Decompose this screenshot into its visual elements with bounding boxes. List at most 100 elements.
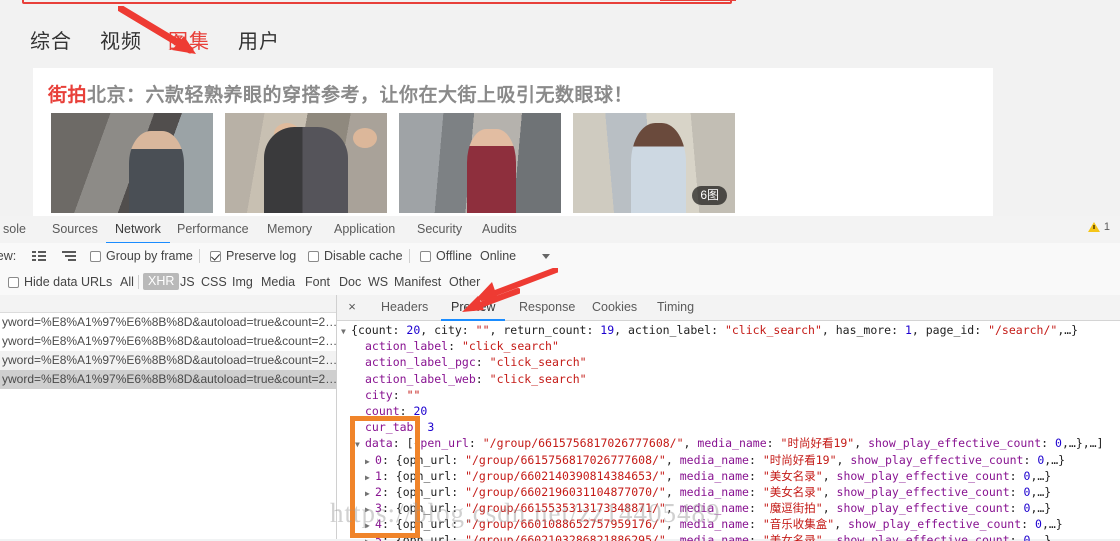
thumbnail-3[interactable] — [399, 113, 561, 213]
field-key: action_label_web — [365, 371, 476, 386]
data-open-brace: [{ — [406, 436, 421, 451]
network-toolbar: iew: Group by frame Preserve log Disable… — [0, 243, 1120, 270]
item-count-key: show_play_effective_count — [850, 452, 1024, 467]
json-field-cur-tab: cur_tab: 3 — [365, 420, 435, 435]
data-open-url-key: pen_url — [420, 436, 469, 451]
search-result-title[interactable]: 街拍北京：六款轻熟养眼的穿搭参考，让你在大街上吸引无数眼球！ — [48, 80, 633, 107]
filter-xhr[interactable]: XHR — [143, 273, 180, 290]
json-preview-tree[interactable]: {count: 20, city: "", return_count: 19, … — [337, 320, 1120, 541]
thumbnail-4[interactable]: 6图 — [573, 113, 735, 213]
item-count-key: show_play_effective_count — [836, 484, 1010, 499]
detail-tab-headers[interactable]: Headers — [371, 295, 438, 319]
item-media-name: "魔逗街拍" — [762, 501, 823, 516]
detail-tab-cookies[interactable]: Cookies — [582, 295, 647, 319]
preserve-log-checkbox[interactable]: Preserve log — [210, 243, 296, 269]
detail-tab-timing[interactable]: Timing — [647, 295, 704, 319]
disable-cache-checkbox[interactable]: Disable cache — [308, 243, 403, 269]
nav-tab-yonghu[interactable]: 用户 — [238, 26, 280, 58]
item-open-url-key: n_url — [416, 533, 452, 541]
nav-tab-tuji[interactable]: 图集 — [168, 26, 210, 58]
detail-tab-response[interactable]: Response — [509, 295, 585, 319]
item-media-key: media_name — [679, 533, 749, 541]
item-open-url-key: n_url — [416, 452, 452, 467]
item-tail: ,…} — [1044, 452, 1066, 467]
item-open-url: "/group/6615756817026777608/" — [465, 452, 666, 467]
filter-other[interactable]: Other — [444, 269, 485, 295]
title-keyword: 街拍 — [48, 85, 88, 106]
toolbar-divider-1 — [199, 249, 200, 263]
filter-divider — [138, 275, 139, 289]
json-root-summary[interactable]: {count: 20, city: "", return_count: 19, … — [341, 322, 1120, 338]
tab-application[interactable]: Application — [325, 216, 404, 242]
close-icon[interactable]: × — [343, 295, 361, 319]
expand-triangle-icon[interactable] — [341, 322, 351, 340]
item-open: {op — [395, 533, 417, 541]
nav-tab-shipin[interactable]: 视频 — [100, 26, 142, 58]
expand-triangle-icon[interactable] — [365, 532, 375, 541]
disable-cache-label: Disable cache — [324, 249, 403, 263]
request-row[interactable]: yword=%E8%A1%97%E6%8B%8D&autoload=true&c… — [0, 332, 336, 351]
list-view-icon[interactable] — [32, 243, 46, 269]
item-media-key: media_name — [679, 468, 749, 483]
item-open: {op — [395, 517, 417, 532]
network-request-list[interactable]: yword=%E8%A1%97%E6%8B%8D&autoload=true&c… — [0, 295, 337, 539]
root-tail: ,…} — [1057, 323, 1079, 337]
request-list-header — [0, 295, 336, 313]
search-result-card[interactable]: 街拍北京：六款轻熟养眼的穿搭参考，让你在大街上吸引无数眼球！ 6图 — [33, 68, 993, 216]
item-open-url-key: n_url — [416, 517, 452, 532]
thumbnail-2[interactable] — [225, 113, 387, 213]
checkbox-box — [420, 250, 431, 262]
throttling-chevron[interactable] — [542, 243, 550, 269]
request-row[interactable]: yword=%E8%A1%97%E6%8B%8D&autoload=true&c… — [0, 351, 336, 370]
root-return-count: 19 — [600, 323, 615, 337]
nav-tab-zonghe[interactable]: 综合 — [30, 26, 72, 58]
thumbnail-1[interactable] — [51, 113, 213, 213]
offline-checkbox[interactable]: Offline — [420, 243, 472, 269]
devtools-panel: sole Sources Network Performance Memory … — [0, 216, 1120, 541]
tab-performance[interactable]: Performance — [168, 216, 258, 242]
json-field-action-label-pgc: action_label_pgc: "click_search" — [365, 355, 587, 370]
item-open-url: "/group/6602103286821886295/" — [465, 533, 666, 541]
request-row[interactable]: yword=%E8%A1%97%E6%8B%8D&autoload=true&c… — [0, 313, 336, 332]
warning-indicator[interactable]: 1 — [1087, 221, 1110, 233]
tab-security[interactable]: Security — [408, 216, 471, 242]
filter-media[interactable]: Media — [256, 269, 300, 295]
json-node-data[interactable]: data: [{pen_url: "/group/661575681702677… — [341, 435, 1120, 451]
expand-triangle-icon[interactable] — [355, 435, 365, 453]
root-brace: { — [351, 323, 358, 337]
warning-count: 1 — [1103, 221, 1110, 233]
detail-tab-preview[interactable]: Preview — [441, 295, 506, 321]
tab-network[interactable]: Network — [106, 216, 170, 244]
filter-manifest[interactable]: Manifest — [389, 269, 446, 295]
json-field-city: city: "" — [365, 387, 421, 402]
item-tail: ,…} — [1030, 533, 1052, 541]
tab-memory[interactable]: Memory — [258, 216, 321, 242]
tab-console[interactable]: sole — [0, 216, 35, 242]
item-open: {op — [395, 452, 417, 467]
json-array-item[interactable]: 3: {opn_url: "/group/6615535313173348871… — [341, 500, 1120, 516]
json-array-item[interactable]: 4: {opn_url: "/group/6601088652757959176… — [341, 516, 1120, 532]
request-row-selected[interactable]: yword=%E8%A1%97%E6%8B%8D&autoload=true&c… — [0, 370, 336, 389]
field-value: "click_search" — [489, 371, 587, 386]
filter-all[interactable]: All — [115, 269, 139, 295]
tab-audits[interactable]: Audits — [473, 216, 526, 242]
filter-doc[interactable]: Doc — [334, 269, 366, 295]
tab-sources[interactable]: Sources — [43, 216, 107, 242]
json-array-item[interactable]: 1: {opn_url: "/group/6602140390814384653… — [341, 468, 1120, 484]
title-rest: 北京：六款轻熟养眼的穿搭参考，让你在大街上吸引无数眼球！ — [87, 85, 634, 106]
data-count-key: show_play_effective_count — [868, 436, 1042, 451]
request-detail-tabbar: × Headers Preview Response Cookies Timin… — [337, 295, 1120, 321]
throttling-select[interactable]: Online — [480, 243, 516, 269]
filter-img[interactable]: Img — [227, 269, 258, 295]
json-array-item[interactable]: 2: {opn_url: "/group/6602196031104877070… — [341, 484, 1120, 500]
waterfall-view-icon[interactable] — [62, 243, 76, 269]
data-media-value: "时尚好看19" — [780, 436, 855, 451]
filter-font[interactable]: Font — [300, 269, 335, 295]
json-array-item[interactable]: 0: {opn_url: "/group/6615756817026777608… — [341, 452, 1120, 468]
item-open-url-key: n_url — [416, 501, 452, 516]
group-by-frame-checkbox[interactable]: Group by frame — [90, 243, 193, 269]
hide-data-urls-label: Hide data URLs — [24, 275, 113, 289]
json-array-item[interactable]: 5: {opn_url: "/group/6602103286821886295… — [341, 532, 1120, 541]
search-nav-tabs: 综合 视频 图集 用户 — [0, 26, 1120, 68]
hide-data-urls-checkbox[interactable]: Hide data URLs — [8, 269, 112, 295]
